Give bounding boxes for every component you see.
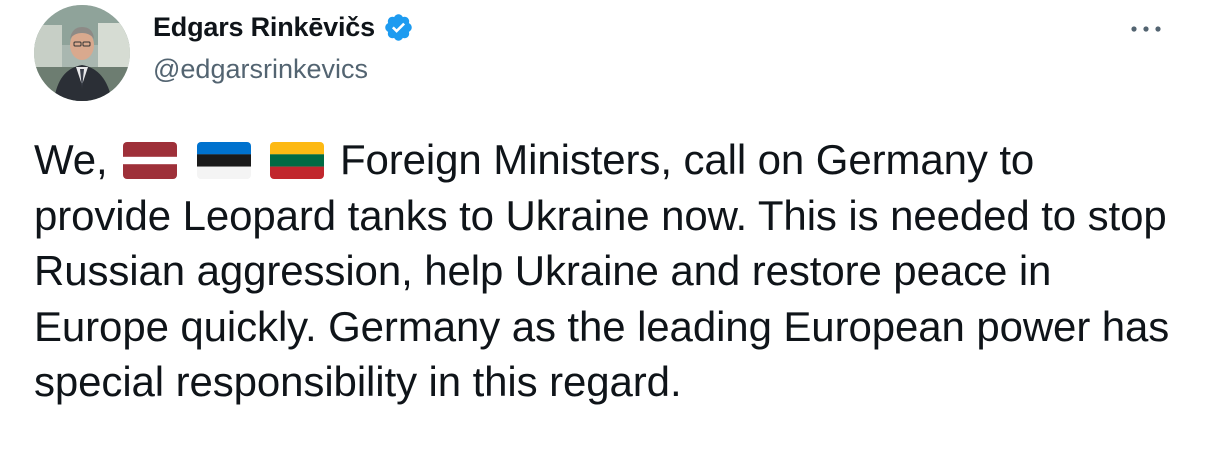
tweet-text-start: We,	[34, 136, 108, 183]
author-handle[interactable]: @edgarsrinkevics	[153, 54, 368, 85]
tweet-text: We, Foreign Ministers, call on Germany t…	[34, 132, 1174, 410]
estonia-flag	[196, 142, 251, 179]
author-display-name[interactable]: Edgars Rinkēvičs	[153, 12, 375, 43]
latvia-flag	[123, 142, 178, 179]
avatar[interactable]	[34, 5, 130, 101]
author-name-row: Edgars Rinkēvičs	[153, 12, 414, 43]
avatar-photo	[34, 5, 130, 101]
more-options-icon	[1130, 20, 1162, 38]
more-options-button[interactable]	[1126, 14, 1166, 44]
tweet-card[interactable]: Edgars Rinkēvičs @edgarsrinkevics We, Fo…	[0, 0, 1206, 470]
verified-badge-icon	[383, 12, 414, 43]
lithuania-flag	[270, 142, 325, 179]
